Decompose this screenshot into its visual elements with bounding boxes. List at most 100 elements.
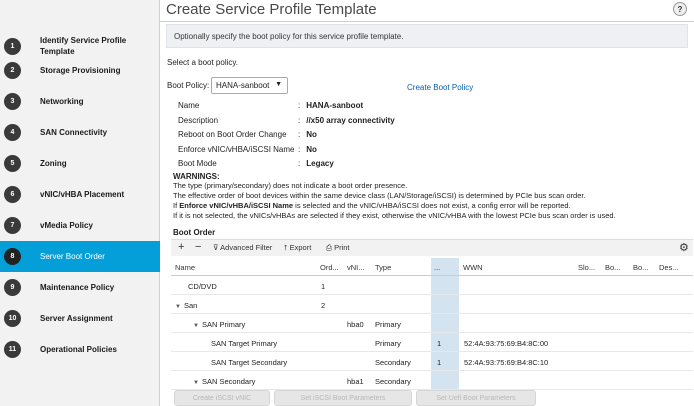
sidebar-step[interactable]: 8 Server Boot Order [0,241,160,272]
boot-policy-value: HANA-sanboot [216,81,270,90]
property-name: Enforce vNIC/vHBA/iSCSI Name [178,145,295,154]
table-row[interactable]: SAN Target Secondary Secondary 1 52:4A:93:7… [171,352,693,371]
table-row[interactable]: ▼ SAN Primary hba0 Primary [171,314,693,333]
cell-name-text: CD/DVD [188,282,217,291]
sidebar-step[interactable]: 2 Storage Provisioning [0,55,160,86]
step-number-badge: 5 [4,155,21,172]
cell-lun: 1 [437,339,442,348]
cell-wwn: 52:4A:93:75:69:B4:8C:00 [464,339,549,348]
step-number-badge: 3 [4,93,21,110]
page-title: Create Service Profile Template [166,1,377,18]
add-button[interactable]: + [178,241,184,253]
table-row[interactable]: ▼ SAN Secondary hba1 Secondary [171,371,693,390]
expand-toggle-icon[interactable]: ▼ [193,323,199,329]
description-box: Optionally specify the boot policy for t… [166,24,688,48]
table-header: Name Ord... vNI... Type... WWN Slo... Bo... Bo.… [171,258,693,276]
cell-name: ▼ SAN Secondary [193,377,255,386]
warnings-title: WARNINGS: [173,172,220,181]
set-uefi-boot-parameters-button[interactable]: Set Uefi Boot Parameters [416,390,536,406]
sidebar-step[interactable]: 6 vNIC/vHBA Placement [0,179,160,210]
step-number-badge: 11 [4,341,21,358]
export-label: Export [289,243,312,252]
step-number-badge: 10 [4,310,21,327]
sidebar-step[interactable]: 4 SAN Connectivity [0,117,160,148]
sidebar-step[interactable]: 5 Zoning [0,148,160,179]
property-value: : //x50 array connectivity [298,116,395,125]
property-value-text: //x50 array connectivity [306,116,395,125]
print-icon: ⎙ [326,243,332,252]
advanced-filter-button[interactable]: ⊽ Advanced Filter [213,243,272,252]
sidebar-step[interactable]: 10 Server Assignment [0,303,160,334]
cell-type: Primary [375,339,401,348]
property-value-text: No [306,130,317,139]
step-number-badge: 8 [4,248,21,265]
filter-icon: ⊽ [213,243,219,252]
select-instruction: Select a boot policy. [167,58,239,67]
cell-name: SAN Target Primary [211,339,277,348]
cell-name: ▼ SAN Primary [193,320,245,329]
cell-type: Primary [375,320,401,329]
property-value-text: HANA-sanboot [306,101,364,110]
help-button[interactable]: ? [673,2,687,16]
step-label: Networking [40,97,84,106]
separator: : [298,101,301,110]
separator: : [298,130,301,139]
cell-name: CD/DVD [188,282,217,291]
step-label: vNIC/vHBA Placement [40,190,125,199]
sidebar-step[interactable]: 11 Operational Policies [0,334,160,365]
gear-icon[interactable]: ⚙ [679,241,689,254]
cell-type: Secondary [375,358,411,367]
print-button[interactable]: ⎙ Print [326,243,350,253]
sidebar-step[interactable]: 3 Networking [0,86,160,117]
property-name: Name [178,101,200,110]
column-header[interactable]: Slo... [578,263,595,272]
step-number-badge: 7 [4,217,21,234]
property-value: : No [298,145,317,154]
step-number-badge: 9 [4,279,21,296]
create-iscsi-vnic-button[interactable]: Create iSCSI vNIC [174,390,270,406]
separator: : [298,116,301,125]
property-value: : HANA-sanboot [298,101,363,110]
warning-emphasis: Enforce vNIC/vHBA/iSCSI Name [179,201,294,210]
sidebar-step[interactable]: 9 Maintenance Policy [0,272,160,303]
boot-order-table: Name Ord... vNI... Type... WWN Slo... Bo... Bo.… [171,258,693,406]
cell-name-text: San [183,301,198,310]
column-header[interactable]: vNI... [347,263,365,272]
table-row[interactable]: ▼ San 2 [171,295,693,314]
cell-name-text: SAN Target Secondary [211,358,288,367]
step-number-badge: 6 [4,186,21,203]
column-header[interactable]: WWN [463,263,483,272]
property-name: Description [178,116,219,125]
column-header[interactable]: Bo... [605,263,620,272]
step-number-badge: 2 [4,62,21,79]
expand-toggle-icon[interactable]: ▼ [175,304,181,310]
column-header[interactable]: Des... [659,263,679,272]
column-header[interactable]: Ord... [320,263,339,272]
divider [160,21,694,22]
chevron-down-icon: ▼ [275,81,282,88]
warning-line: The type (primary/secondary) does not in… [173,181,408,190]
table-row[interactable]: CD/DVD 1 [171,276,693,295]
step-label: vMedia Policy [40,221,93,230]
boot-order-title: Boot Order [173,228,216,237]
table-row[interactable]: SAN Target Primary Primary 1 52:4A:93:75:69… [171,333,693,352]
set-iscsi-boot-parameters-button[interactable]: Set iSCSI Boot Parameters [274,390,412,406]
print-label: Print [334,243,350,252]
cell-vnic: hba1 [347,377,364,386]
column-header[interactable]: Name [175,263,195,272]
cell-wwn: 52:4A:93:75:69:B4:8C:10 [464,358,549,367]
step-label: Storage Provisioning [40,66,121,75]
boot-policy-select[interactable]: HANA-sanboot ▼ [211,77,288,94]
remove-button[interactable]: − [195,241,201,253]
sidebar-step[interactable]: 7 vMedia Policy [0,210,160,241]
column-header[interactable]: Type [375,263,391,272]
warning-line: If Enforce vNIC/vHBA/iSCSI Name is selec… [173,201,571,210]
column-header[interactable]: ... [434,263,440,272]
export-button[interactable]: ⭡ Export [284,243,311,253]
expand-toggle-icon[interactable]: ▼ [193,380,199,386]
cell-type: Secondary [375,377,411,386]
separator: : [298,145,301,154]
column-header[interactable]: Bo... [633,263,648,272]
step-label: Identify Service Profile Template [40,36,127,56]
create-boot-policy-link[interactable]: Create Boot Policy [407,83,473,92]
